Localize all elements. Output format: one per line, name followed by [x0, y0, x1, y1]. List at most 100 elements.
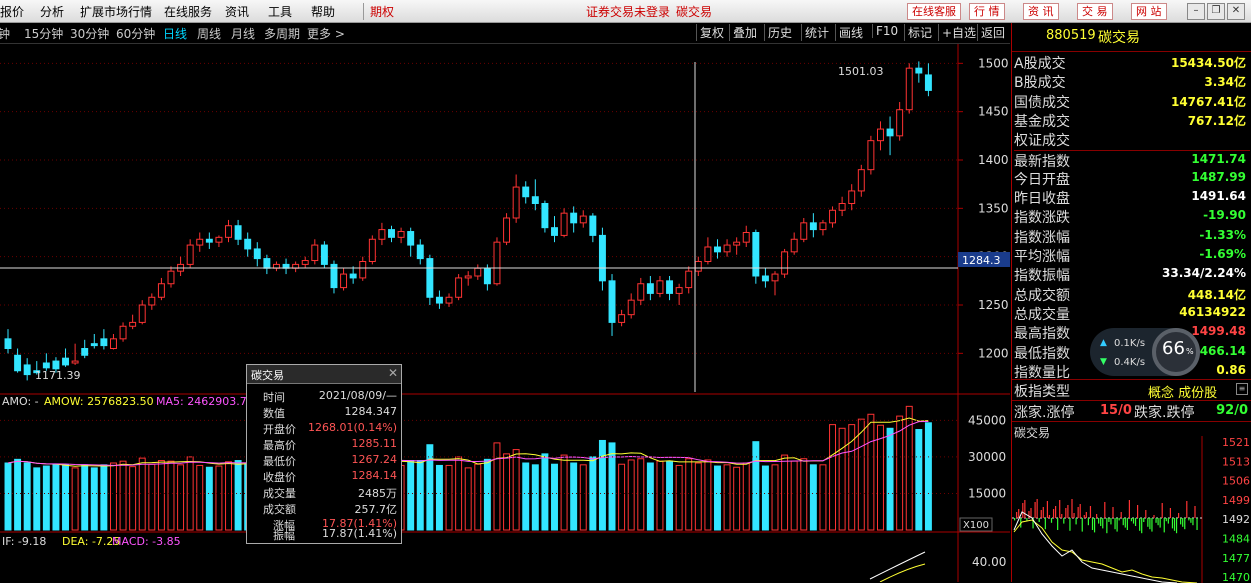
volume-tick-label: 30000	[968, 450, 1006, 464]
add-watchlist-button[interactable]: +自选	[938, 24, 976, 41]
back-button[interactable]: 返回	[977, 24, 1005, 41]
period-monthly[interactable]: 月线	[231, 25, 255, 42]
period-daily[interactable]: 日线	[163, 25, 187, 42]
volume-bar	[675, 464, 683, 531]
mini-volume-bar	[1173, 518, 1176, 531]
volume-bar	[445, 464, 453, 531]
menu-analysis[interactable]: 分析	[40, 3, 64, 20]
news-button[interactable]: 资 讯	[1023, 3, 1059, 20]
menu-tools[interactable]: 工具	[268, 3, 292, 20]
candle-body	[570, 212, 578, 224]
volume-bar	[579, 464, 587, 531]
volume-bar	[81, 464, 89, 531]
crosshair-price-label: 1284.3	[962, 254, 1001, 267]
mini-volume-bar	[1141, 518, 1143, 534]
menu-extended-market[interactable]: 扩展市场行情	[80, 3, 152, 20]
mini-volume-bar	[1036, 499, 1038, 518]
mini-chart-svg: 1521 1513 1506 1499 1492 1484 1477 1470	[1012, 436, 1250, 583]
volume-bar	[551, 463, 558, 531]
quote-button[interactable]: 行 情	[969, 3, 1005, 20]
menu-help[interactable]: 帮助	[311, 3, 335, 20]
candle-body	[627, 299, 635, 316]
volume-bar	[90, 467, 98, 531]
popup-value: 1268.01(0.14%)	[307, 421, 397, 434]
minimize-icon[interactable]: –	[1187, 3, 1205, 20]
board-type-row: 板指类型 概念 成份股 ≡	[1012, 379, 1251, 401]
volume-bar	[435, 464, 443, 531]
login-status[interactable]: 证券交易未登录	[586, 3, 670, 20]
mini-volume-bar	[1061, 514, 1063, 518]
close-icon[interactable]: ✕	[1227, 3, 1245, 20]
mini-volume-bar	[1024, 500, 1026, 518]
volume-bar	[512, 449, 520, 531]
volume-bar	[790, 460, 798, 531]
period-60m[interactable]: 60分钟	[116, 25, 155, 42]
restore-icon[interactable]: ❐	[1207, 3, 1225, 20]
period-multi[interactable]: 多周期	[264, 25, 300, 42]
f10-button[interactable]: F10	[872, 24, 898, 38]
candle-body	[359, 261, 367, 279]
menu-options[interactable]: 期权	[363, 3, 394, 20]
volume-bar	[464, 467, 472, 531]
candle-body	[90, 343, 98, 347]
period-30m[interactable]: 30分钟	[70, 25, 109, 42]
mini-axis-label: 1477	[1222, 552, 1250, 565]
candle-body	[397, 231, 405, 238]
volume-bar	[570, 462, 578, 531]
mini-volume-bar	[1034, 502, 1036, 518]
candle-body	[455, 277, 463, 298]
website-button[interactable]: 网 站	[1131, 3, 1167, 20]
mark-button[interactable]: 标记	[904, 24, 932, 41]
mini-volume-bar	[1147, 518, 1149, 527]
draw-line-button[interactable]: 画线	[835, 24, 863, 41]
upload-speed: 0.1K/s	[1114, 338, 1146, 349]
main-chart-area[interactable]: 1500145014001350130012501200 45000300001…	[0, 44, 1010, 582]
popup-label: 数值	[263, 407, 285, 420]
popup-close-icon[interactable]: ✕	[388, 366, 398, 380]
quote-row: 平均涨幅 -1.69%	[1014, 246, 1250, 265]
mini-volume-bar	[1042, 507, 1044, 518]
trade-button[interactable]: 交 易	[1077, 3, 1113, 20]
volume-bar	[848, 424, 856, 531]
period-15m[interactable]: 15分钟	[24, 25, 63, 42]
usage-ring[interactable]: 66 %	[1152, 328, 1200, 376]
mini-volume-bar	[1073, 513, 1075, 518]
volume-bar	[33, 467, 41, 531]
history-button[interactable]: 历史	[764, 24, 792, 41]
volume-bar	[781, 454, 789, 531]
menu-news[interactable]: 资讯	[225, 3, 249, 20]
volume-bar	[752, 441, 760, 531]
candle-body	[781, 251, 789, 275]
online-support-button[interactable]: 在线客服	[907, 3, 961, 20]
volume-bar	[809, 464, 817, 531]
mini-volume-bar	[1104, 502, 1106, 518]
overlay-button[interactable]: 叠加	[729, 24, 757, 41]
security-name: 碳交易	[1098, 30, 1140, 46]
down-limit-value: 92/0	[1216, 403, 1248, 418]
stats-button[interactable]: 统计	[801, 24, 829, 41]
quote-row-value: 448.14亿	[1187, 287, 1246, 302]
volume-bar	[71, 467, 79, 531]
mini-volume-bar	[1096, 514, 1098, 518]
period-min[interactable]: 钟	[0, 25, 10, 42]
board-list-icon[interactable]: ≡	[1236, 383, 1248, 395]
volume-bar	[857, 418, 865, 531]
mini-chart[interactable]: 碳交易 1521 1513 1506 1499 1492 1484 1477 1470	[1012, 421, 1251, 583]
candle-body	[4, 338, 12, 350]
mini-volume-bar	[1040, 510, 1042, 518]
period-weekly[interactable]: 周线	[197, 25, 221, 42]
menu-online-service[interactable]: 在线服务	[164, 3, 212, 20]
menu-bar: 报价 分析 扩展市场行情 在线服务 资讯 工具 帮助 期权 证券交易未登录 碳交…	[0, 0, 1251, 23]
price-tick-label: 1200	[978, 346, 1009, 360]
volume-bar	[771, 464, 779, 531]
mini-avg-line	[1013, 519, 1198, 583]
adjust-button[interactable]: 复权	[696, 24, 724, 41]
quote-row-value: -19.90	[1203, 208, 1246, 223]
mini-volume-bar	[1069, 518, 1071, 531]
candle-body	[733, 241, 741, 246]
candle-body	[138, 304, 146, 323]
high-annotation: 1501.03	[838, 65, 884, 78]
period-more[interactable]: 更多 >	[307, 25, 345, 42]
menu-quote[interactable]: 报价	[0, 3, 24, 20]
mini-volume-bar	[1106, 518, 1108, 534]
